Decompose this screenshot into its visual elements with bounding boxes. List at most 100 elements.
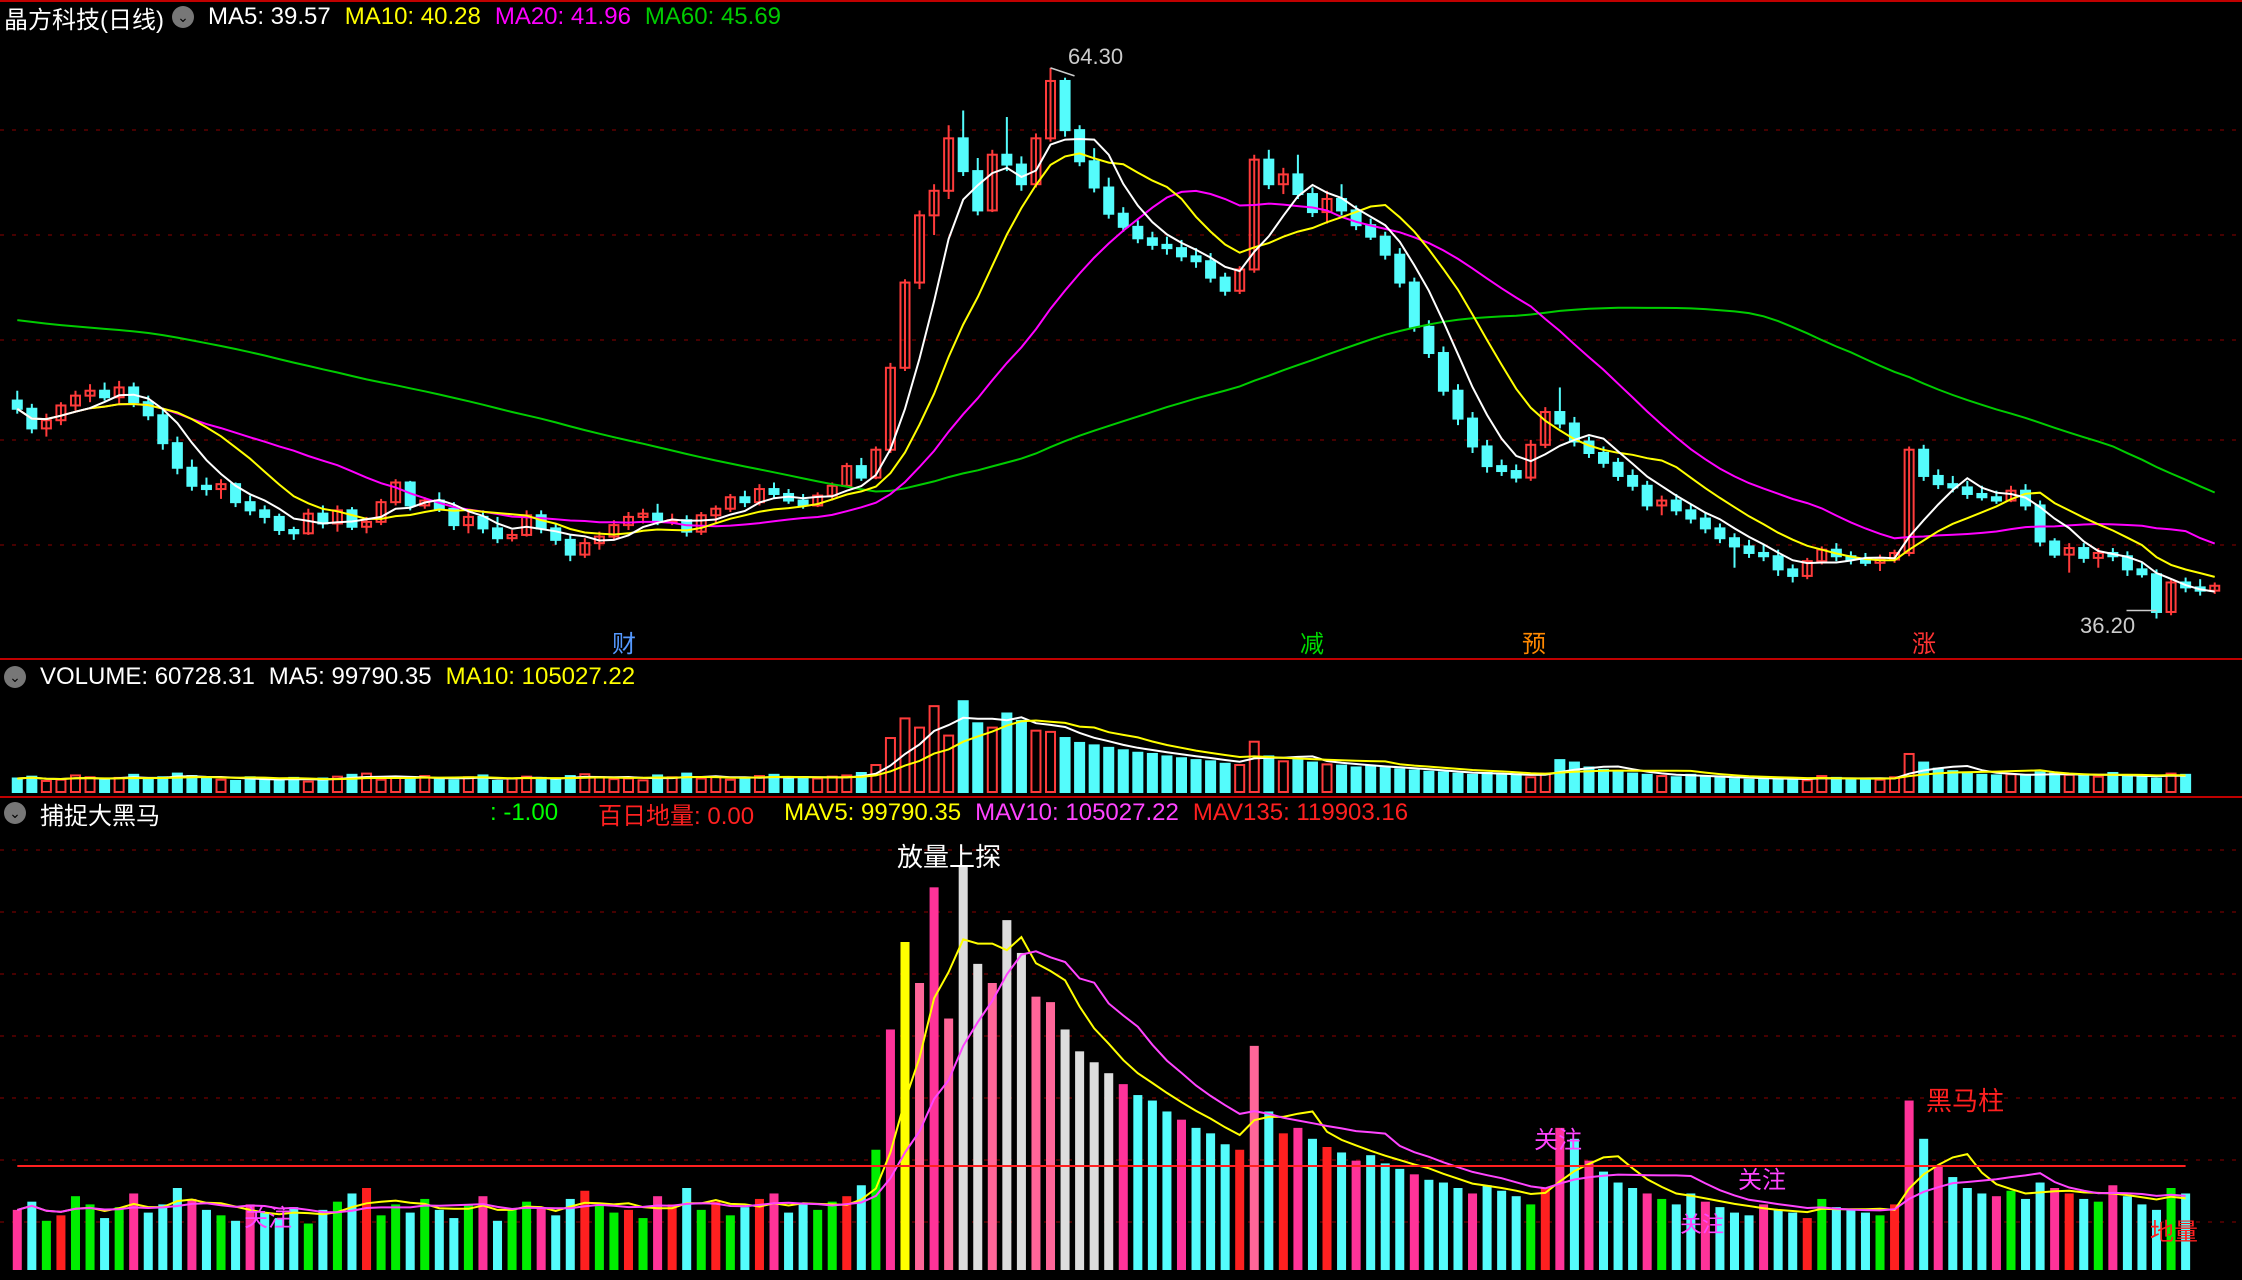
indicator-bar: [231, 1220, 241, 1270]
candle-body: [1510, 470, 1522, 479]
event-marker-earnings[interactable]: 财: [612, 631, 636, 658]
indicator-bar: [711, 1201, 721, 1270]
volume-bar: [1656, 775, 1668, 794]
indicator-bar: [1046, 1002, 1056, 1270]
indicator-bar: [842, 1196, 852, 1270]
candle-body: [1452, 389, 1464, 420]
volume-bar: [1321, 763, 1333, 794]
volume-bar: [783, 778, 795, 793]
volume-bar: [157, 776, 169, 794]
indicator-bar: [740, 1207, 750, 1270]
volume-bar: [1961, 772, 1973, 793]
indicator-bar: [1599, 1171, 1609, 1270]
indicator-bar: [638, 1218, 648, 1270]
indicator-bar: [682, 1188, 692, 1270]
candle-body: [1554, 411, 1566, 425]
candle-body: [1117, 212, 1129, 228]
candle-body: [652, 512, 664, 523]
annotation-volume-probe: 放量上探: [897, 842, 1001, 872]
indicator-bar: [1002, 920, 1012, 1270]
indicator-bar: [623, 1209, 633, 1270]
indicator-bar: [1729, 1212, 1739, 1270]
indicator-bar: [1933, 1166, 1943, 1270]
indicator-bar: [1424, 1179, 1434, 1270]
indicator-bar: [27, 1201, 37, 1270]
volume-bar: [2020, 775, 2032, 794]
indicator-bar: [1409, 1174, 1419, 1270]
indicator-bar: [1395, 1168, 1405, 1270]
volume-ma5-line: [17, 716, 2186, 781]
candle-body: [1423, 325, 1435, 355]
volume-bar: [1292, 759, 1304, 794]
volume-bar: [1205, 760, 1217, 793]
volume-bar: [797, 776, 809, 794]
volume-bar: [1408, 769, 1420, 793]
volume-bar: [1801, 779, 1813, 794]
candle-body: [1743, 545, 1755, 554]
indicator-bar: [536, 1207, 546, 1270]
indicator-bar: [1278, 1133, 1288, 1270]
volume-bar: [1074, 741, 1086, 794]
volume-bar: [448, 779, 460, 794]
candle-body: [1103, 186, 1115, 215]
volume-bar: [2151, 777, 2163, 793]
volume-bar: [1947, 770, 1959, 793]
mav5-line: [17, 935, 2186, 1216]
volume-bar: [1641, 773, 1653, 793]
candle-body: [2078, 547, 2090, 559]
volume-bar: [1685, 773, 1697, 793]
candle-body: [1132, 225, 1144, 240]
event-marker-reduce[interactable]: 减: [1300, 631, 1324, 658]
volume-bar: [259, 778, 271, 793]
candle-body: [492, 527, 504, 540]
volume-bar: [1103, 746, 1115, 794]
indicator-bar: [1264, 1111, 1274, 1270]
annotation-watch-1: 关注: [244, 1205, 292, 1232]
candle-body: [1408, 281, 1420, 328]
indicator-bar: [1802, 1218, 1812, 1270]
candle-body: [1263, 158, 1275, 186]
volume-bar: [302, 780, 314, 793]
indicator-bar: [493, 1220, 503, 1270]
indicator-bar: [318, 1209, 328, 1270]
indicator-bar: [1380, 1163, 1390, 1270]
candle-body: [1772, 555, 1784, 571]
indicator-bar: [827, 1201, 837, 1270]
candle-body: [972, 170, 984, 212]
candle-body: [1001, 153, 1013, 166]
indicator-bar: [463, 1204, 473, 1270]
volume-bar: [1045, 730, 1057, 793]
candle-body: [1074, 129, 1086, 163]
indicator-bar: [2079, 1198, 2089, 1270]
volume-bar: [1918, 761, 1930, 793]
indicator-bar: [1220, 1144, 1230, 1270]
volume-bar: [1263, 755, 1275, 794]
indicator-bar: [1104, 1073, 1114, 1270]
candle-body: [1467, 417, 1479, 448]
candle-body: [1699, 517, 1711, 530]
indicator-bar: [696, 1209, 706, 1270]
candle-body: [1481, 445, 1493, 468]
event-marker-forecast[interactable]: 预: [1522, 631, 1546, 658]
indicator-bar: [1438, 1182, 1448, 1270]
volume-bar: [1277, 760, 1289, 793]
indicator-bar: [754, 1198, 764, 1270]
volume-bar: [1394, 768, 1406, 793]
event-marker-limitup[interactable]: 涨: [1912, 631, 1936, 658]
volume-bar: [492, 779, 504, 794]
candle-body: [346, 509, 358, 528]
chart-canvas[interactable]: 64.30 36.20 财 减 预 涨 放量上探 关注 关注 关注 关注 黑马柱…: [0, 0, 2242, 1280]
indicator-bar: [1657, 1198, 1667, 1270]
candle-body: [1292, 173, 1304, 196]
annotation-watch-2: 关注: [1534, 1127, 1582, 1154]
indicator-bar: [958, 865, 968, 1270]
candle-body: [1627, 474, 1639, 487]
indicator-bar: [2137, 1204, 2147, 1270]
volume-bar: [317, 777, 329, 793]
indicator-bar: [1351, 1160, 1361, 1270]
indicator-bar: [405, 1212, 415, 1270]
indicator-bar: [2093, 1201, 2103, 1270]
volume-bar: [2049, 772, 2061, 793]
mav10-line: [17, 950, 2186, 1214]
volume-bar: [404, 778, 416, 793]
